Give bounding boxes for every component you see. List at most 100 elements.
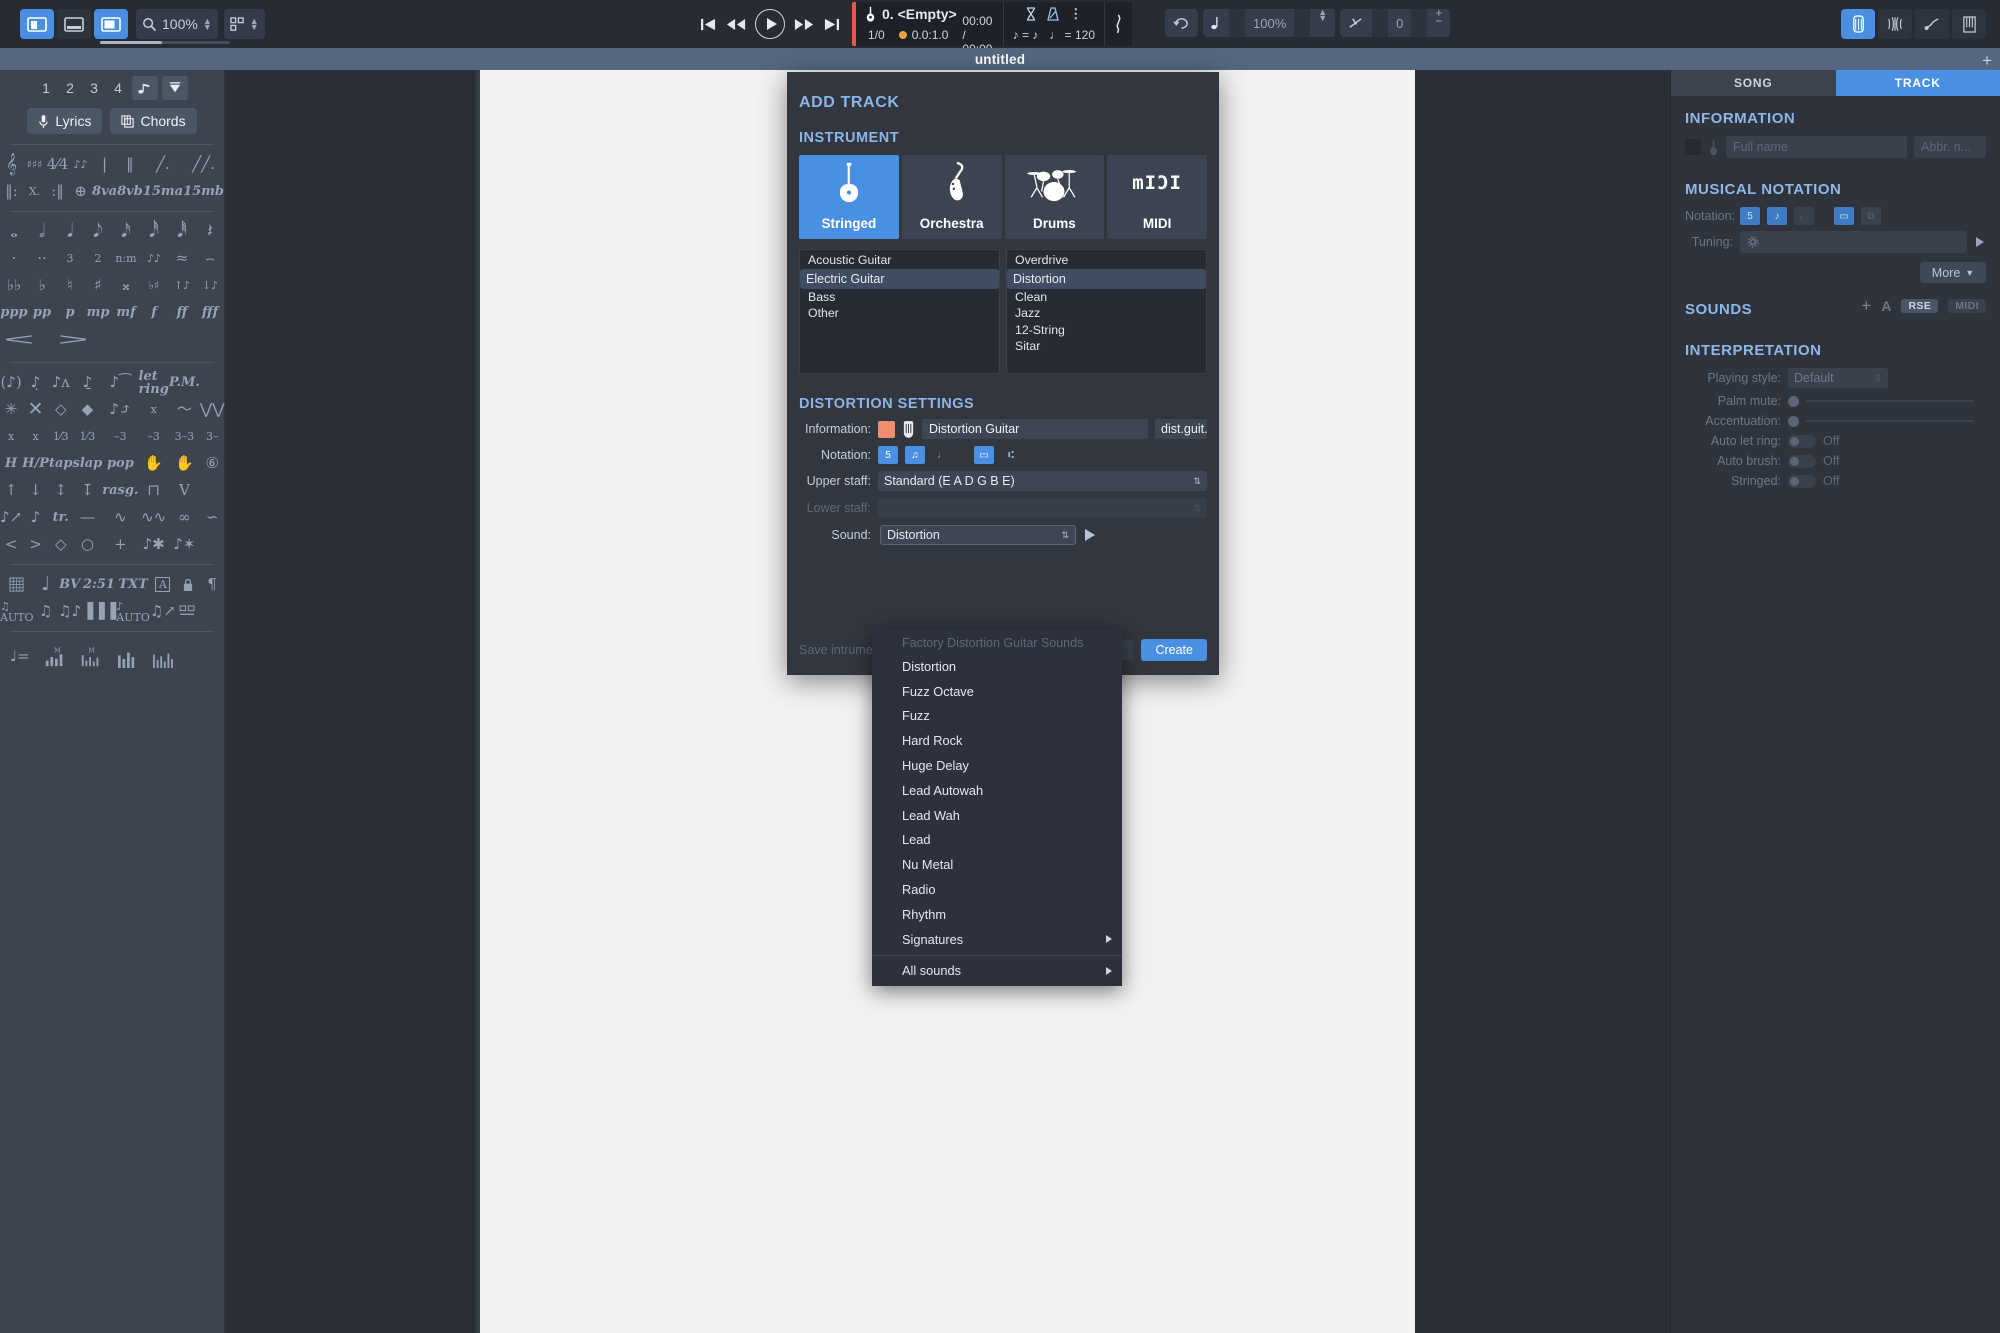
palette-glyph[interactable]: ♩ — [34, 571, 58, 598]
palette-glyph[interactable]: p — [56, 299, 84, 326]
zoom-slider[interactable] — [100, 41, 230, 44]
palette-glyph[interactable]: n:m — [112, 245, 140, 272]
list-item[interactable]: 12-String — [1007, 322, 1206, 339]
sound-select[interactable]: Distortion ⇅ — [880, 525, 1076, 545]
palette-glyph[interactable]: –3 — [102, 423, 138, 450]
left-hand-icon[interactable]: ✋ — [139, 450, 169, 477]
list-item[interactable]: Other — [800, 305, 999, 322]
loop-button[interactable] — [1165, 9, 1198, 37]
palette-glyph[interactable]: ∿ — [102, 504, 138, 531]
list-item[interactable]: Electric Guitar — [800, 268, 999, 289]
lyrics-button[interactable]: Lyrics — [27, 108, 103, 134]
palette-glyph[interactable]: ‖: — [0, 178, 23, 205]
menu-item-all-sounds[interactable]: All sounds — [872, 959, 1122, 984]
palette-glyph[interactable]: ♪̣ — [22, 369, 49, 396]
voice-2-button[interactable]: 2 — [60, 77, 80, 99]
tempo-marker-icon[interactable]: ♩= — [10, 644, 30, 668]
palette-glyph[interactable]: ⌢ — [196, 245, 224, 272]
instrument-type-list[interactable]: Overdrive Distortion Clean Jazz 12-Strin… — [1006, 249, 1207, 374]
menu-item[interactable]: Lead Wah — [872, 803, 1122, 828]
palette-glyph[interactable]: 𝄽 — [196, 218, 224, 245]
palette-glyph[interactable]: ◇ — [49, 531, 73, 558]
palette-glyph[interactable]: ♪̱ — [73, 369, 103, 396]
palette-glyph[interactable]: ∽ — [200, 504, 225, 531]
single-staff-icon[interactable]: ▭ — [974, 446, 994, 464]
menu-item[interactable]: Radio — [872, 877, 1122, 902]
document-title[interactable]: untitled — [975, 52, 1025, 67]
play-triangle-icon[interactable] — [1085, 529, 1095, 541]
palette-glyph[interactable]: pp — [28, 299, 56, 326]
palette-glyph[interactable]: 𝄪 — [112, 272, 140, 299]
palette-glyph[interactable]: 3 — [56, 245, 84, 272]
right-hand-icon[interactable]: ✋ — [169, 450, 200, 477]
palette-glyph[interactable]: (♪) — [0, 369, 22, 396]
palette-glyph[interactable]: ↑ — [0, 477, 22, 504]
cable-icon[interactable] — [1915, 9, 1949, 39]
palette-glyph[interactable]: 1⁄3 — [49, 423, 73, 450]
hammer-on-icon[interactable]: H — [0, 450, 22, 477]
list-item[interactable]: Jazz — [1007, 305, 1206, 322]
palette-glyph[interactable]: 〜 — [169, 396, 200, 423]
palette-glyph[interactable]: ♪⤴ — [102, 396, 138, 423]
multi-staff-icon[interactable]: ⑆ — [1001, 446, 1021, 464]
metronome-icon[interactable] — [1047, 6, 1060, 21]
voice-collapse-icon[interactable] — [162, 76, 188, 100]
palette-glyph[interactable]: ♪ʌ — [49, 369, 73, 396]
palette-glyph[interactable]: ❘ — [92, 151, 117, 178]
palette-glyph[interactable]: ↕ — [49, 477, 73, 504]
full-name-input[interactable]: Full name — [1726, 136, 1907, 158]
layout-control[interactable]: ▲ ▼ — [223, 9, 265, 39]
add-tab-icon[interactable]: + — [1982, 51, 1992, 71]
midi-badge[interactable]: MIDI — [1948, 299, 1986, 313]
palette-glyph[interactable]: — — [73, 504, 103, 531]
decrescendo-icon[interactable]: > — [58, 330, 89, 350]
palette-glyph[interactable]: ♪♪ — [140, 245, 168, 272]
multi-staff-icon[interactable]: ⧉ — [1861, 207, 1881, 225]
palette-glyph[interactable]: ∞ — [169, 504, 200, 531]
palette-glyph[interactable]: ♭♭ — [0, 272, 28, 299]
palette-glyph[interactable]: ╱. — [143, 151, 183, 178]
palette-glyph[interactable]: 3–3 — [169, 423, 200, 450]
fretboard-grid-icon[interactable] — [0, 571, 34, 598]
palette-glyph[interactable]: ↓♪ — [196, 272, 224, 299]
palette-glyph[interactable]: ⋁⋁ — [200, 396, 225, 423]
track-abbr-input[interactable]: dist.guit. — [1155, 419, 1208, 439]
view-page-mode-button[interactable] — [20, 9, 54, 39]
palette-glyph[interactable]: 𝅘𝅥𝅱 — [168, 218, 196, 245]
palette-glyph[interactable]: ○ — [73, 531, 103, 558]
view-vertical-mode-button[interactable] — [94, 9, 128, 39]
tab-track[interactable]: TRACK — [1835, 70, 2000, 96]
palette-glyph[interactable]: ♯♯♯ — [23, 151, 46, 178]
track-color-swatch[interactable] — [1685, 139, 1701, 155]
hammer-pull-icon[interactable]: H/P — [22, 450, 49, 477]
multivoice-icon[interactable] — [132, 76, 158, 100]
list-item[interactable]: Acoustic Guitar — [800, 252, 999, 269]
standard-notation-icon[interactable]: ♪ — [1767, 207, 1787, 225]
palette-glyph[interactable]: x — [0, 423, 22, 450]
audio-wave-icon[interactable] — [1878, 9, 1912, 39]
text-icon[interactable]: TXT — [116, 571, 150, 598]
chords-button[interactable]: Chords — [110, 108, 197, 134]
list-item[interactable]: Clean — [1007, 289, 1206, 306]
menu-item[interactable]: Lead Autowah — [872, 778, 1122, 803]
list-item[interactable]: Sitar — [1007, 338, 1206, 355]
palette-glyph[interactable]: 1⁄3 — [73, 423, 103, 450]
menu-item[interactable]: Lead — [872, 828, 1122, 853]
palette-glyph[interactable]: 8vb — [117, 178, 143, 205]
skip-to-start-icon[interactable] — [700, 17, 717, 32]
bar-chart-icon[interactable] — [116, 650, 138, 668]
zoom-stepper[interactable]: ▲ ▼ — [203, 17, 212, 32]
layout-stepper[interactable]: ▲ ▼ — [250, 17, 259, 32]
view-horizontal-mode-button[interactable] — [57, 9, 91, 39]
duration-icon[interactable]: 2:51 — [82, 571, 117, 598]
zoom-control[interactable]: 100% ▲ ▼ — [136, 9, 218, 39]
palette-glyph[interactable]: 𝅝 — [0, 218, 28, 245]
list-item[interactable]: Overdrive — [1007, 252, 1206, 269]
gear-icon[interactable] — [1747, 236, 1759, 248]
track-color-swatch[interactable] — [878, 420, 895, 438]
palette-glyph[interactable]: X. — [23, 178, 46, 205]
tab-song[interactable]: SONG — [1671, 70, 1836, 96]
palette-glyph[interactable]: ⊓ — [139, 477, 169, 504]
trill-icon[interactable]: tr. — [49, 504, 73, 531]
playing-style-select[interactable]: Default ⇅ — [1788, 368, 1888, 388]
